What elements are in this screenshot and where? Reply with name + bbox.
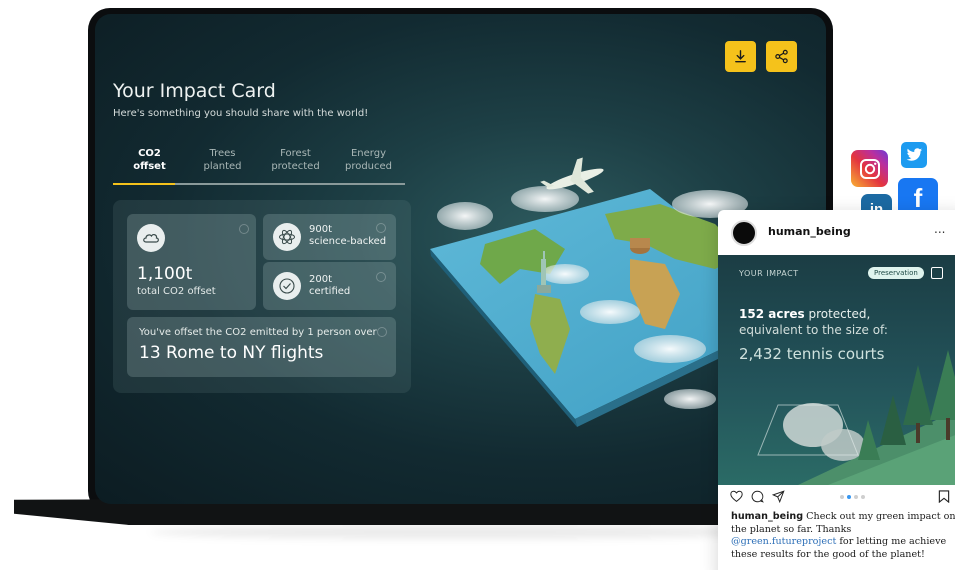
carousel-dot[interactable] xyxy=(847,495,851,499)
page-subtitle: Here's something you should share with t… xyxy=(113,108,369,119)
total-offset-label: total CO2 offset xyxy=(137,286,216,297)
tab-label: Energy xyxy=(350,148,386,159)
twitter-icon[interactable] xyxy=(901,142,927,168)
cloud xyxy=(437,202,493,230)
share-icon xyxy=(775,49,788,64)
stage: Your Impact Card Here's something you sh… xyxy=(0,0,955,570)
tennis-courts-text: 2,432 tennis courts xyxy=(739,345,885,363)
send-icon[interactable] xyxy=(772,490,785,503)
total-offset-value: 1,100t xyxy=(137,264,193,284)
tab-label: offset xyxy=(133,161,166,172)
heart-icon[interactable] xyxy=(730,490,743,503)
cloud xyxy=(580,300,640,324)
edit-icon[interactable] xyxy=(931,267,943,279)
instagram-post: human_being ... YOUR IMPACT Preservation… xyxy=(718,210,955,570)
forest-illustration xyxy=(757,350,955,485)
post-actions xyxy=(730,490,785,504)
total-offset-card: 1,100t total CO2 offset xyxy=(127,214,256,310)
info-icon[interactable] xyxy=(376,223,386,233)
stats-panel: 1,100t total CO2 offset 900t science-bac… xyxy=(113,200,411,393)
flights-card: You've offset the CO2 emitted by 1 perso… xyxy=(127,317,396,377)
flights-description: You've offset the CO2 emitted by 1 perso… xyxy=(139,327,377,338)
cloud xyxy=(511,186,579,212)
certified-value: 200t xyxy=(309,274,333,285)
cloud-icon xyxy=(137,224,165,252)
page-title: Your Impact Card xyxy=(113,80,276,102)
impact-tabs: CO2 offset Trees planted Forest protecte… xyxy=(113,147,405,185)
tab-label: protected xyxy=(271,161,320,172)
cloud xyxy=(541,264,589,284)
tab-label: CO2 xyxy=(138,148,161,159)
acres-value: 152 acres xyxy=(739,307,805,321)
tab-label: planted xyxy=(203,161,242,172)
tab-forest-protected[interactable]: Forest protected xyxy=(259,147,332,183)
science-backed-label: science-backed xyxy=(309,236,387,247)
preservation-badge: Preservation xyxy=(868,267,924,279)
laptop-shadow xyxy=(150,525,770,539)
tab-label: produced xyxy=(344,161,393,172)
info-icon[interactable] xyxy=(377,327,387,337)
impact-label: YOUR IMPACT xyxy=(739,269,799,278)
more-options-icon[interactable]: ... xyxy=(934,222,945,236)
caption-mention-link[interactable]: @green.futureproject xyxy=(731,536,836,547)
carousel-dot[interactable] xyxy=(840,495,844,499)
equivalent-text: equivalent to the size of: xyxy=(739,323,888,337)
tab-label: Forest xyxy=(280,148,311,159)
carousel-dot[interactable] xyxy=(861,495,865,499)
facebook-glyph: f xyxy=(913,182,923,213)
tab-co2-offset[interactable]: CO2 offset xyxy=(113,147,186,185)
certified-label: certified xyxy=(309,286,351,297)
post-username[interactable]: human_being xyxy=(768,225,851,238)
bookmark-icon[interactable] xyxy=(938,490,950,503)
download-icon xyxy=(735,50,746,63)
laptop-screen: Your Impact Card Here's something you sh… xyxy=(95,14,826,504)
certified-card: 200t certified xyxy=(263,262,396,310)
carousel-dot[interactable] xyxy=(854,495,858,499)
tab-energy-produced[interactable]: Energy produced xyxy=(332,147,405,183)
avatar[interactable] xyxy=(731,220,757,246)
flights-count: 13 Rome to NY flights xyxy=(139,343,324,363)
carousel-dots xyxy=(840,495,865,499)
info-icon[interactable] xyxy=(239,224,249,234)
colosseum-icon xyxy=(630,238,650,254)
science-backed-card: 900t science-backed xyxy=(263,214,396,260)
cloud xyxy=(664,389,716,409)
share-button[interactable] xyxy=(766,41,797,72)
atom-icon xyxy=(273,223,301,251)
post-image: YOUR IMPACT Preservation 152 acres prote… xyxy=(718,255,955,485)
cloud xyxy=(634,335,706,363)
post-caption: human_being Check out my green impact on… xyxy=(731,511,955,561)
comment-icon[interactable] xyxy=(751,490,764,503)
instagram-icon[interactable] xyxy=(851,150,888,187)
download-button[interactable] xyxy=(725,41,756,72)
acres-text: 152 acres protected, xyxy=(739,307,870,321)
certified-badge-icon xyxy=(273,272,301,300)
caption-username[interactable]: human_being xyxy=(731,511,803,522)
info-icon[interactable] xyxy=(376,272,386,282)
tab-label: Trees xyxy=(209,148,236,159)
tab-trees-planted[interactable]: Trees planted xyxy=(186,147,259,183)
science-backed-value: 900t xyxy=(309,224,333,235)
acres-rest: protected, xyxy=(804,307,871,321)
